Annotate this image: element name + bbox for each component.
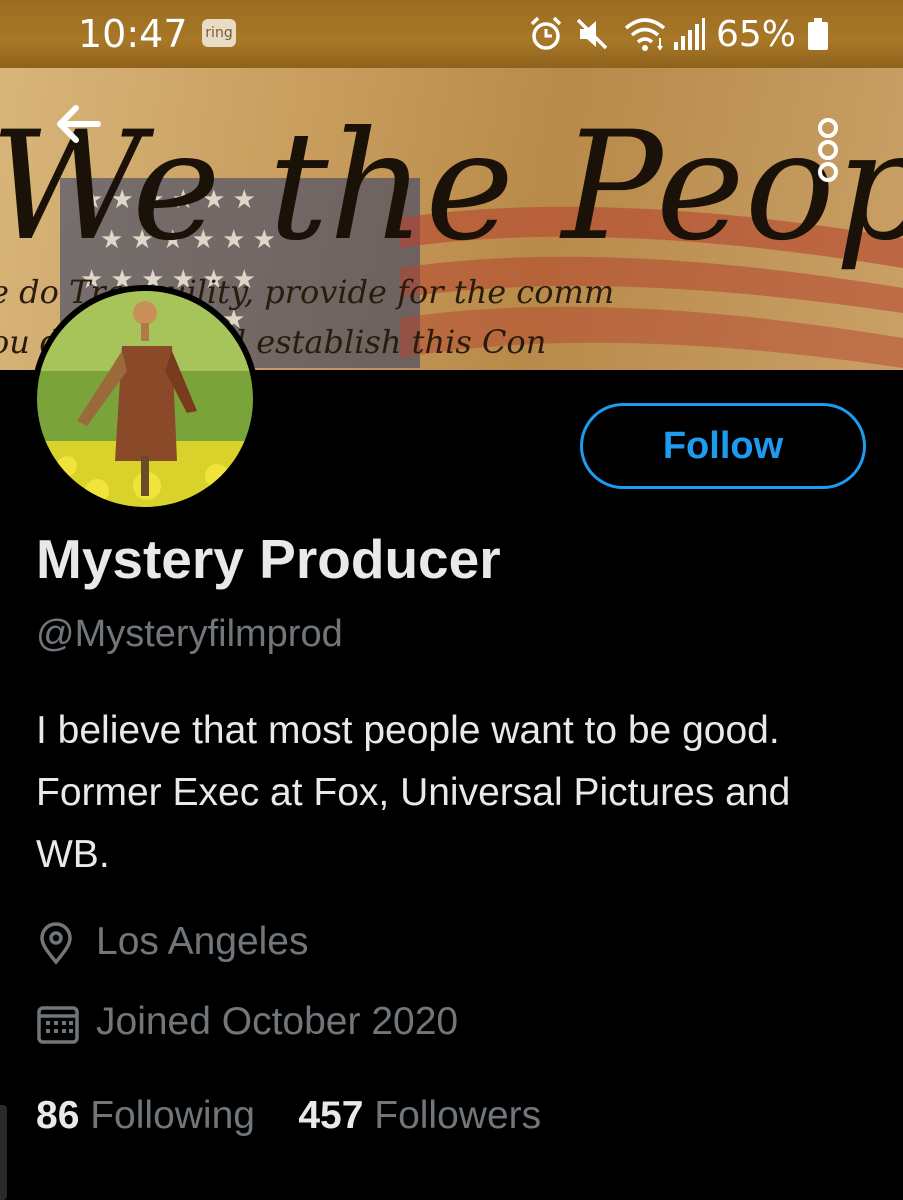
back-arrow-icon [57, 105, 101, 143]
display-name: Mystery Producer [36, 528, 501, 590]
battery-percent: 65% [716, 14, 797, 55]
ring-app-icon: ring [202, 19, 236, 47]
location-text: Los Angeles [96, 920, 309, 963]
joined-text: Joined October 2020 [96, 1000, 459, 1043]
profile-bio: I believe that most people want to be go… [36, 709, 791, 876]
status-bar: 10:47 ring 65% [0, 0, 903, 68]
back-button[interactable] [38, 82, 122, 166]
edge-handle[interactable] [0, 1105, 7, 1200]
more-vertical-icon [818, 118, 838, 182]
followers-label: Followers [374, 1094, 542, 1137]
followers-count: 457 [298, 1094, 364, 1137]
user-handle: @Mysteryfilmprod [36, 613, 343, 655]
banner-headline: We the People [0, 100, 903, 274]
followers-link[interactable]: 457 Followers [298, 1094, 541, 1137]
status-time: 10:47 [78, 12, 188, 56]
more-options-button[interactable] [786, 100, 870, 200]
following-label: Following [90, 1094, 255, 1137]
calendar-icon [37, 1006, 79, 1044]
wifi-icon [624, 18, 666, 51]
battery-icon [808, 18, 828, 50]
avatar-image [37, 291, 253, 507]
following-link[interactable]: 86 Following [36, 1094, 255, 1137]
follow-button[interactable]: Follow [580, 403, 866, 489]
mute-icon [576, 18, 608, 50]
avatar[interactable] [31, 285, 259, 513]
follow-stats: 86 Following 457 Followers [36, 1094, 541, 1138]
signal-icon [674, 18, 705, 50]
following-count: 86 [36, 1094, 80, 1137]
location-pin-icon [40, 922, 72, 965]
alarm-icon [530, 16, 562, 50]
